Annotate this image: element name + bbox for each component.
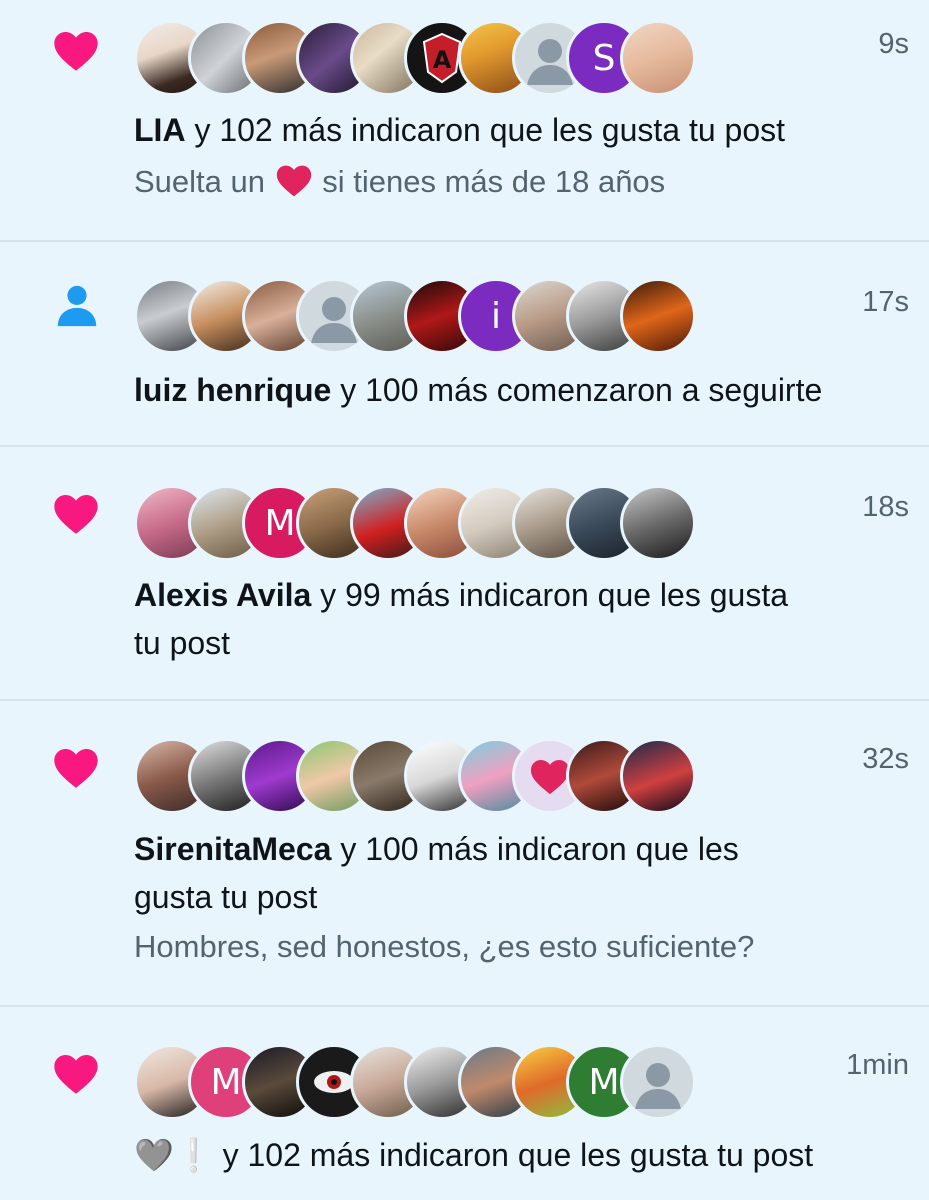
avatar[interactable]	[620, 485, 696, 561]
action-text: y 102 más indicaron que les gusta tu pos…	[194, 112, 786, 148]
avatar-row[interactable]: A S	[134, 20, 696, 98]
action-text: y 102 más indicaron que les gusta tu pos…	[222, 1137, 814, 1173]
action-text: y 100 más comenzaron a seguirte	[340, 372, 823, 408]
heart-icon	[54, 749, 98, 788]
avatar[interactable]	[620, 738, 696, 814]
timestamp: 17s	[862, 286, 909, 318]
action-text-line2: gusta tu post	[134, 879, 318, 915]
user-name[interactable]: LIA	[134, 112, 186, 148]
notification-item[interactable]: 32s SirenitaMeca y 100 más indicaron que…	[0, 701, 929, 1007]
action-text-line2: tu post	[134, 625, 231, 661]
red-heart-emoji-icon	[276, 165, 311, 197]
timestamp: 1min	[846, 1049, 909, 1081]
post-preview[interactable]: Suelta un si tienes más de 18 años	[134, 158, 909, 206]
post-text-start: Suelta un	[134, 164, 265, 199]
notification-text[interactable]: luiz henrique y 100 más comenzaron a seg…	[134, 366, 909, 414]
avatar[interactable]	[620, 20, 696, 96]
avatar-row[interactable]	[134, 738, 696, 816]
person-icon	[57, 285, 97, 327]
user-name-emoji[interactable]: 🩶❕	[134, 1137, 214, 1173]
notification-item[interactable]: M 18s Alexis Avila y 99 más indicaron qu…	[0, 447, 929, 701]
user-name[interactable]: luiz henrique	[134, 372, 331, 408]
avatar-row[interactable]: M M	[134, 1044, 696, 1122]
timestamp: 18s	[862, 491, 909, 523]
action-text: y 100 más indicaron que les	[340, 831, 739, 867]
avatar-row[interactable]: M	[134, 485, 696, 563]
notification-text[interactable]: 🩶❕ y 102 más indicaron que les gusta tu …	[134, 1131, 909, 1179]
notification-text[interactable]: Alexis Avila y 99 más indicaron que les …	[134, 571, 909, 667]
notification-item[interactable]: i 17s luiz henrique y 100 más comenzaron…	[0, 242, 929, 447]
post-preview[interactable]: Hombres, sed honestos, ¿es esto suficien…	[134, 923, 909, 971]
heart-icon	[54, 495, 98, 534]
notification-text[interactable]: LIA y 102 más indicaron que les gusta tu…	[134, 106, 909, 154]
avatar[interactable]	[620, 278, 696, 354]
post-text-end: si tienes más de 18 años	[322, 164, 666, 199]
action-text: y 99 más indicaron que les gusta	[320, 577, 788, 613]
avatar-row[interactable]: i	[134, 278, 696, 356]
user-name[interactable]: Alexis Avila	[134, 577, 311, 613]
heart-icon	[54, 32, 98, 71]
heart-icon	[54, 1055, 98, 1094]
notification-item[interactable]: A S 9s LIA y 102 más indicaron que les g…	[0, 0, 929, 242]
timestamp: 9s	[878, 28, 909, 60]
notification-text[interactable]: SirenitaMeca y 100 más indicaron que les…	[134, 825, 909, 921]
notification-item[interactable]: M M 1min 🩶❕ y 102 más indicaron que les …	[0, 1007, 929, 1200]
svg-text:A: A	[433, 46, 452, 74]
avatar[interactable]	[620, 1044, 696, 1120]
user-name[interactable]: SirenitaMeca	[134, 831, 331, 867]
timestamp: 32s	[862, 743, 909, 775]
